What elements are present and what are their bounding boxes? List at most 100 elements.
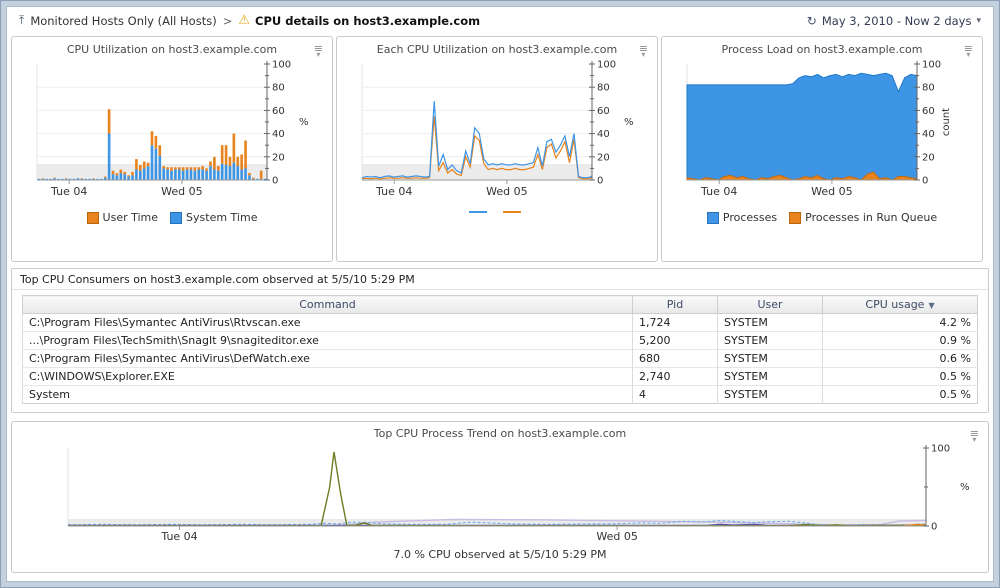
chart-legend: User Time System Time bbox=[12, 211, 332, 224]
chart-title: CPU Utilization on host3.example.com bbox=[66, 43, 278, 56]
time-range-label: May 3, 2010 - Now 2 days bbox=[821, 13, 972, 28]
svg-text:80: 80 bbox=[922, 83, 935, 94]
svg-text:%: % bbox=[624, 117, 634, 128]
cell-user: SYSTEM bbox=[717, 367, 823, 386]
svg-text:Tue 04: Tue 04 bbox=[160, 530, 197, 543]
svg-text:20: 20 bbox=[597, 152, 610, 163]
svg-text:60: 60 bbox=[922, 106, 935, 117]
svg-text:Wed 05: Wed 05 bbox=[811, 185, 852, 198]
svg-text:40: 40 bbox=[922, 129, 935, 140]
breadcrumb: ⤒ Monitored Hosts Only (All Hosts) > ⚠ C… bbox=[19, 13, 480, 28]
page-frame: ⤒ Monitored Hosts Only (All Hosts) > ⚠ C… bbox=[0, 0, 1000, 588]
sort-desc-icon: ▼ bbox=[928, 301, 935, 310]
breadcrumb-link-monitored-hosts[interactable]: Monitored Hosts Only (All Hosts) bbox=[30, 14, 216, 28]
legend-swatch bbox=[86, 211, 99, 224]
legend-item: Processes in Run Queue bbox=[789, 211, 937, 224]
cell-user: SYSTEM bbox=[717, 349, 823, 368]
cell-pid: 680 bbox=[632, 349, 718, 368]
table-row[interactable]: ...\Program Files\TechSmith\SnagIt 9\sna… bbox=[22, 331, 978, 350]
chart-menu-icon[interactable]: ≡ ▾ bbox=[964, 43, 973, 59]
svg-text:Wed 05: Wed 05 bbox=[486, 185, 527, 198]
cell-command: C:\Program Files\Symantec AntiVirus\DefW… bbox=[22, 349, 633, 368]
legend-item: User Time bbox=[86, 211, 159, 224]
svg-text:Tue 04: Tue 04 bbox=[375, 185, 412, 198]
chart-title: Top CPU Process Trend on host3.example.c… bbox=[373, 427, 627, 440]
panel-top-cpu-process-trend: Top CPU Process Trend on host3.example.c… bbox=[11, 421, 989, 573]
time-range-selector[interactable]: ↻ May 3, 2010 - Now 2 days ▾ bbox=[807, 14, 981, 28]
chart-legend: Processes Processes in Run Queue bbox=[662, 211, 982, 224]
cell-user: SYSTEM bbox=[717, 385, 823, 404]
legend-label: User Time bbox=[102, 211, 159, 224]
panel-each-cpu-utilization: Each CPU Utilization on host3.example.co… bbox=[336, 36, 658, 262]
breadcrumb-current: CPU details on host3.example.com bbox=[255, 13, 481, 28]
chart-title: Process Load on host3.example.com bbox=[721, 43, 923, 56]
svg-text:Tue 04: Tue 04 bbox=[700, 185, 737, 198]
cell-cpu: 4.2 % bbox=[822, 313, 978, 332]
legend-swatch bbox=[789, 211, 802, 224]
cell-command: System bbox=[22, 385, 633, 404]
chart-menu-icon[interactable]: ≡ ▾ bbox=[639, 43, 648, 59]
column-header-pid[interactable]: Pid bbox=[632, 295, 718, 314]
column-header-user[interactable]: User bbox=[717, 295, 823, 314]
cell-cpu: 0.5 % bbox=[822, 385, 978, 404]
cpu-utilization-chart[interactable]: 0 20 40 60 80 100% Tue 04 Wed 05 bbox=[15, 58, 329, 210]
cell-command: ...\Program Files\TechSmith\SnagIt 9\sna… bbox=[22, 331, 633, 350]
top-cpu-process-trend-chart[interactable]: 0 100% Tue 04 Wed 05 bbox=[18, 442, 982, 548]
area-Processes bbox=[686, 72, 918, 181]
legend-label: Processes bbox=[722, 211, 778, 224]
chart-title: Each CPU Utilization on host3.example.co… bbox=[376, 43, 618, 56]
legend-item: System Time bbox=[170, 211, 257, 224]
dashboard-page: ⤒ Monitored Hosts Only (All Hosts) > ⚠ C… bbox=[6, 6, 994, 582]
svg-text:100: 100 bbox=[272, 60, 291, 71]
cell-pid: 2,740 bbox=[632, 367, 718, 386]
svg-text:80: 80 bbox=[272, 83, 285, 94]
cell-pid: 4 bbox=[632, 385, 718, 404]
svg-text:20: 20 bbox=[922, 152, 935, 163]
warning-icon: ⚠ bbox=[238, 13, 250, 28]
legend-swatch bbox=[469, 211, 487, 213]
chart-legend bbox=[337, 211, 657, 213]
each-cpu-utilization-chart[interactable]: 0 20 40 60 80 100% Tue 04 Wed 05 bbox=[340, 58, 654, 210]
legend-swatch bbox=[503, 211, 521, 213]
table-row[interactable]: C:\Program Files\Symantec AntiVirus\DefW… bbox=[22, 349, 978, 368]
cell-cpu: 0.5 % bbox=[822, 367, 978, 386]
table-wrap: Command Pid User CPU usage ▼ C:\Program Files… bbox=[22, 295, 978, 404]
svg-text:100: 100 bbox=[597, 60, 616, 71]
legend-label: Processes in Run Queue bbox=[805, 211, 938, 224]
process-load-chart[interactable]: 0 20 40 60 80 100 count Tue 04 Wed 05 bbox=[665, 58, 979, 210]
svg-text:80: 80 bbox=[597, 83, 610, 94]
panel-process-load: Process Load on host3.example.com ≡ ▾ 0 20… bbox=[661, 36, 983, 262]
svg-text:%: % bbox=[960, 482, 970, 493]
table-row[interactable]: C:\Program Files\Symantec AntiVirus\Rtvs… bbox=[22, 313, 978, 332]
column-header-command[interactable]: Command bbox=[22, 295, 633, 314]
table-row[interactable]: C:\WINDOWS\Explorer.EXE 2,740 SYSTEM 0.5 % bbox=[22, 367, 978, 386]
svg-text:0: 0 bbox=[272, 176, 278, 187]
top-cpu-consumers-section: Top CPU Consumers on host3.example.com o… bbox=[11, 268, 989, 413]
cell-user: SYSTEM bbox=[717, 313, 823, 332]
charts-row: CPU Utilization on host3.example.com ≡ ▾ … bbox=[7, 34, 993, 262]
chart-caption: 7.0 % CPU observed at 5/5/10 5:29 PM bbox=[393, 548, 607, 561]
go-up-icon[interactable]: ⤒ bbox=[19, 13, 24, 28]
legend-item bbox=[469, 211, 491, 213]
column-header-cpu-usage[interactable]: CPU usage ▼ bbox=[822, 295, 978, 314]
svg-text:40: 40 bbox=[272, 129, 285, 140]
clock-icon: ↻ bbox=[806, 13, 817, 28]
svg-text:100: 100 bbox=[931, 444, 950, 455]
cell-command: C:\Program Files\Symantec AntiVirus\Rtvs… bbox=[22, 313, 633, 332]
top-bar: ⤒ Monitored Hosts Only (All Hosts) > ⚠ C… bbox=[7, 7, 993, 34]
chart-menu-icon[interactable]: ≡ ▾ bbox=[970, 428, 979, 444]
svg-text:20: 20 bbox=[272, 152, 285, 163]
chart-menu-icon[interactable]: ≡ ▾ bbox=[314, 43, 323, 59]
table-title: Top CPU Consumers on host3.example.com o… bbox=[12, 269, 988, 290]
legend-item: Processes bbox=[706, 211, 778, 224]
cell-pid: 5,200 bbox=[632, 331, 718, 350]
table-row[interactable]: System 4 SYSTEM 0.5 % bbox=[22, 385, 978, 404]
svg-text:60: 60 bbox=[272, 106, 285, 117]
legend-label: System Time bbox=[186, 211, 258, 224]
legend-swatch bbox=[170, 211, 183, 224]
svg-text:Wed 05: Wed 05 bbox=[596, 530, 637, 543]
legend-swatch bbox=[706, 211, 719, 224]
svg-text:count: count bbox=[941, 108, 952, 136]
cell-pid: 1,724 bbox=[632, 313, 718, 332]
svg-text:0: 0 bbox=[922, 176, 928, 187]
